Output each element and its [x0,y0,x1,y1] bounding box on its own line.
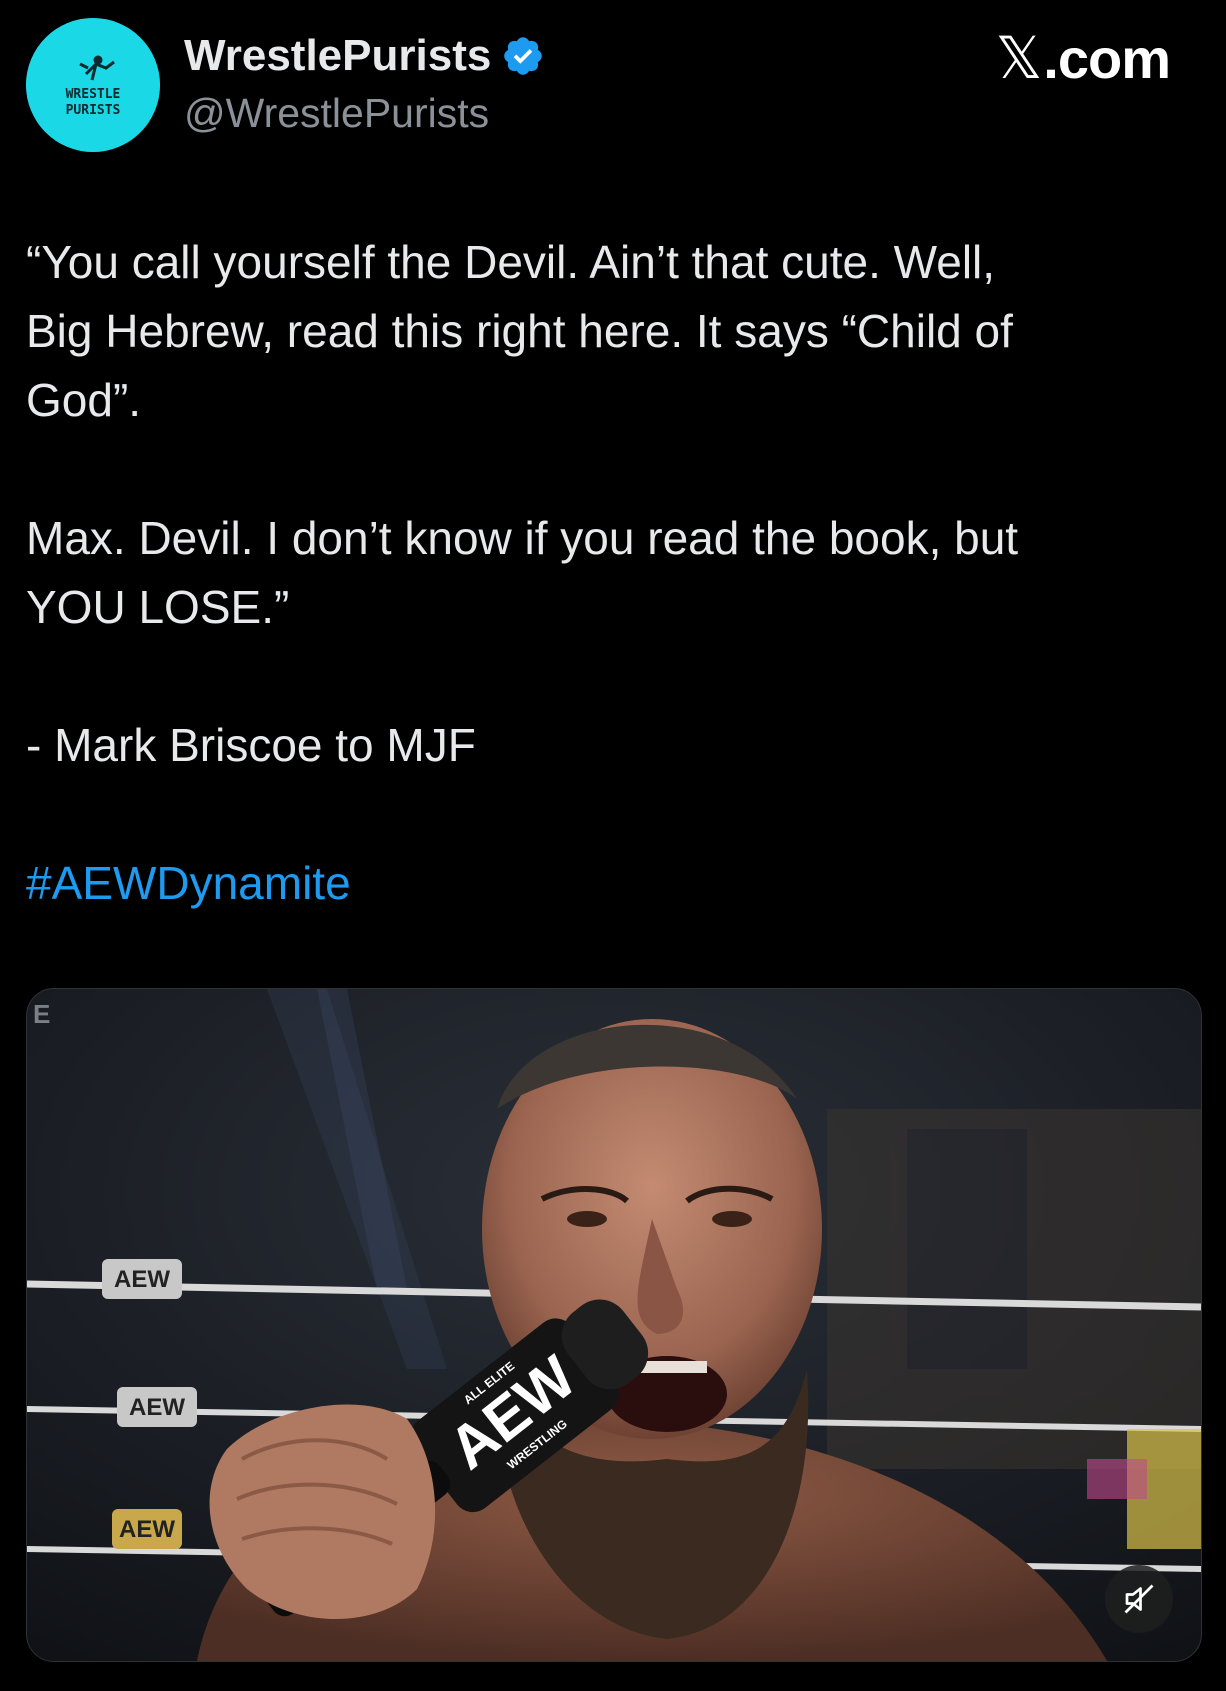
mute-button[interactable] [1105,1565,1173,1633]
tweet-header: WRESTLE PURISTS WrestlePurists @WrestleP… [0,0,1226,180]
avatar[interactable]: WRESTLE PURISTS [26,18,160,152]
tweet-video[interactable]: AEW AEW AEW E AEW ALL ELITE WRESTLING [26,988,1202,1662]
tweet-paragraph-3: - Mark Briscoe to MJF [26,719,476,771]
tweet-text: “You call yourself the Devil. Ain’t that… [26,228,1196,918]
tweet-paragraph-1: “You call yourself the Devil. Ain’t that… [26,236,1013,426]
ring-sign-text-1: AEW [114,1266,170,1293]
author-handle[interactable]: @WrestlePurists [184,90,545,137]
hashtag-link[interactable]: #AEWDynamite [26,849,1196,918]
verified-badge-icon [501,34,545,78]
ring-sign-text-3: AEW [119,1516,175,1543]
ring-sign-text-2: AEW [129,1394,185,1421]
x-logo-icon: 𝕏 [995,24,1043,92]
avatar-text-line1: WRESTLE [66,87,121,102]
display-name-row: WrestlePurists [184,28,545,84]
tweet-paragraph-2: Max. Devil. I don’t know if you read the… [26,512,1019,633]
site-domain: .com [1043,27,1171,90]
speaker-muted-icon [1124,1584,1154,1614]
display-name[interactable]: WrestlePurists [184,31,491,81]
site-label: 𝕏 .com [995,24,1171,92]
corner-letter: E [33,999,50,1029]
author-block: WrestlePurists @WrestlePurists [184,28,545,137]
avatar-text-line2: PURISTS [66,103,121,118]
